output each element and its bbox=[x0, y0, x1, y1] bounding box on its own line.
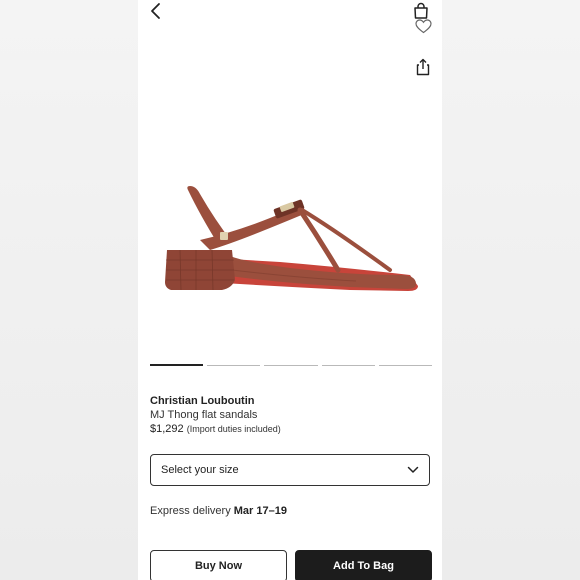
shopping-bag-icon[interactable] bbox=[412, 2, 430, 20]
brand-name[interactable]: Christian Louboutin bbox=[150, 395, 254, 407]
product-image[interactable] bbox=[160, 180, 422, 305]
carousel-dot[interactable] bbox=[321, 365, 375, 366]
price-note: (Import duties included) bbox=[186, 424, 281, 434]
size-select-label: Select your size bbox=[161, 464, 239, 476]
chevron-down-icon bbox=[407, 466, 419, 473]
product-name: MJ Thong flat sandals bbox=[150, 409, 258, 421]
size-select[interactable]: Select your size bbox=[150, 454, 430, 486]
price: $1,292 bbox=[150, 423, 187, 435]
chevron-left-icon[interactable] bbox=[148, 2, 164, 20]
price-row: $1,292 (Import duties included) bbox=[150, 423, 281, 435]
carousel-dot[interactable] bbox=[378, 365, 433, 366]
heart-icon[interactable] bbox=[415, 19, 432, 34]
background-right bbox=[442, 0, 580, 580]
carousel-dot[interactable] bbox=[150, 364, 204, 366]
image-carousel-indicator[interactable] bbox=[150, 364, 433, 367]
carousel-dot[interactable] bbox=[207, 365, 261, 366]
add-to-bag-button[interactable]: Add To Bag bbox=[295, 550, 432, 580]
delivery-dates: Mar 17–19 bbox=[233, 505, 287, 517]
carousel-dot[interactable] bbox=[264, 365, 318, 366]
delivery-info: Express delivery Mar 17–19 bbox=[150, 505, 287, 517]
background-left bbox=[0, 0, 138, 580]
delivery-label: Express delivery bbox=[150, 505, 234, 517]
share-icon[interactable] bbox=[415, 58, 431, 76]
buy-now-button[interactable]: Buy Now bbox=[150, 550, 287, 580]
product-page: Christian Louboutin MJ Thong flat sandal… bbox=[138, 0, 442, 580]
